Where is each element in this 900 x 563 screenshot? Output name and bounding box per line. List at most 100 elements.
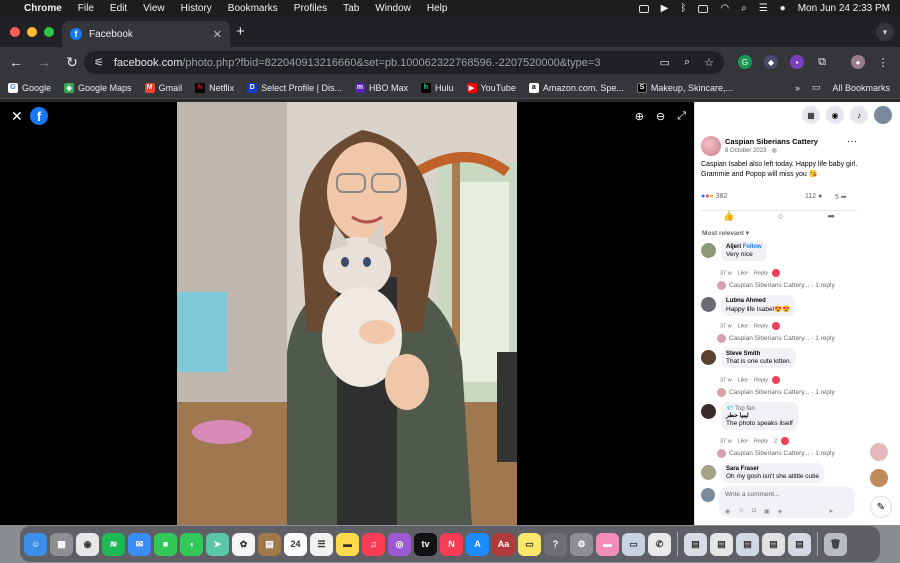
reply-summary[interactable]: Caspian Siberians Cattery... · 1 reply (717, 281, 835, 290)
doc-thumb-5[interactable]: ▤ (788, 532, 811, 556)
profile-avatar[interactable]: ● (851, 55, 865, 69)
menu-history[interactable]: History (181, 3, 212, 14)
extension-icon[interactable]: ◆ (764, 55, 778, 69)
write-comment-input[interactable]: Write a comment... ◉ ☺ ◘ ▣ ◈ ➤ (719, 486, 855, 518)
spotlight-icon[interactable]: ⌕ (741, 3, 747, 14)
comments-count-group[interactable]: 112 ● (805, 193, 822, 200)
mail-icon[interactable]: ✉ (128, 532, 151, 556)
notes-icon[interactable]: ▬ (336, 532, 359, 556)
comment-reply-button[interactable]: Reply (754, 323, 768, 329)
comment-author[interactable]: ليبيا حطر (726, 412, 793, 419)
site-info-icon[interactable]: ⚟ (94, 56, 104, 69)
comment-time[interactable]: 37 w (720, 377, 732, 383)
menu-view[interactable]: View (143, 3, 165, 14)
bookmark-google-maps[interactable]: ◆ Google Maps (64, 82, 132, 93)
minimize-window-button[interactable] (27, 27, 37, 37)
comment-author[interactable]: Lubna Ahmed (726, 298, 790, 304)
close-photo-icon[interactable]: ✕ (11, 108, 23, 125)
tab-facebook[interactable]: f Facebook ✕ (62, 21, 230, 47)
shares-count-group[interactable]: 5 ➦ (835, 193, 847, 201)
news-icon[interactable]: N (440, 532, 463, 556)
calendar-icon[interactable]: 24 (284, 532, 307, 556)
comment-button-icon[interactable]: ○ (778, 211, 783, 224)
commenter-avatar[interactable] (701, 404, 716, 419)
chat-head-avatar[interactable] (868, 467, 890, 489)
comment-like-button[interactable]: Like (738, 438, 748, 444)
menu-help[interactable]: Help (427, 3, 448, 14)
reply-summary[interactable]: Caspian Siberians Cattery... · 1 reply (717, 388, 835, 397)
preview-icon[interactable]: ▭ (622, 532, 645, 556)
settings-icon[interactable]: ⚙ (570, 532, 593, 556)
zoom-window-button[interactable] (44, 27, 54, 37)
messages-icon[interactable]: ◖ (180, 532, 203, 556)
notes-folder-icon[interactable]: ▤ (258, 532, 281, 556)
bookmark-hbomax[interactable]: m HBO Max (354, 82, 408, 93)
address-bar[interactable]: ⚟ facebook.com/photo.php?fbid=8220409132… (84, 51, 724, 74)
music-icon[interactable]: ♫ (362, 532, 385, 556)
doc-thumb-2[interactable]: ▤ (710, 532, 733, 556)
trash-icon[interactable]: 🗑 (824, 532, 847, 556)
menu-app-name[interactable]: Chrome (24, 3, 62, 14)
zoom-out-icon[interactable]: ⊖ (656, 110, 665, 123)
notifications-bell-icon[interactable]: ♪ (850, 106, 868, 124)
commenter-avatar[interactable] (701, 297, 716, 312)
spotify-icon[interactable]: ≋ (102, 532, 125, 556)
bookmark-sephora[interactable]: S Makeup, Skincare,... (636, 82, 733, 93)
comment-time[interactable]: 37 w (720, 323, 732, 329)
bookmark-gmail[interactable]: M Gmail (144, 82, 182, 93)
zoom-in-icon[interactable]: ⊕ (635, 110, 644, 123)
finder-icon[interactable]: ☺ (24, 532, 47, 556)
comment-reply-button[interactable]: Reply (754, 270, 768, 276)
help-icon[interactable]: ? (544, 532, 567, 556)
appstore-icon[interactable]: A (466, 532, 489, 556)
appletv-icon[interactable]: tv (414, 532, 437, 556)
forward-button[interactable]: → (32, 54, 56, 70)
control-center-icon[interactable]: ☰ (759, 3, 768, 14)
battery-icon[interactable] (698, 4, 709, 13)
photos-icon[interactable]: ✿ (232, 532, 255, 556)
facetime-icon[interactable]: ■ (154, 532, 177, 556)
tab-search-button[interactable]: ▾ (876, 23, 894, 41)
commenter-avatar[interactable] (701, 243, 716, 258)
menu-datetime[interactable]: Mon Jun 24 2:33 PM (798, 3, 890, 14)
bookmark-netflix[interactable]: N Netflix (195, 82, 234, 93)
comment-like-button[interactable]: Like (738, 323, 748, 329)
reminders-icon[interactable]: ☰ (310, 532, 333, 556)
sticker-icon[interactable]: ◈ (778, 508, 783, 515)
bookmark-google[interactable]: G Google (8, 82, 51, 93)
screen-mirror-icon[interactable] (638, 4, 649, 13)
bluetooth-icon[interactable]: ᛒ (680, 3, 686, 14)
commenter-avatar[interactable] (701, 350, 716, 365)
bookmark-hulu[interactable]: h Hulu (420, 82, 454, 93)
comment-reply-button[interactable]: Reply (754, 438, 768, 444)
camera-icon[interactable]: ◘ (752, 508, 756, 515)
comment-author[interactable]: Sara Fraser (726, 466, 819, 472)
send-icon[interactable]: ➤ (828, 508, 833, 515)
maps-icon[interactable]: ➤ (206, 532, 229, 556)
grammarly-extension-icon[interactable]: G (738, 55, 752, 69)
comment-author[interactable]: Aljeri (726, 244, 741, 250)
facebook-logo-icon[interactable]: f (30, 107, 48, 125)
account-avatar[interactable] (874, 106, 892, 124)
menu-grid-icon[interactable]: ▦ (802, 106, 820, 124)
cleaner-icon[interactable]: ▬ (596, 532, 619, 556)
menu-file[interactable]: File (78, 3, 94, 14)
launchpad-icon[interactable]: ▦ (50, 532, 73, 556)
emoji-icon[interactable]: ☺ (738, 508, 744, 515)
fullscreen-icon[interactable]: ⤢ (677, 110, 686, 123)
play-icon[interactable]: ▶ (661, 3, 669, 14)
whatsapp-icon[interactable]: ✆ (648, 532, 671, 556)
close-tab-icon[interactable]: ✕ (213, 28, 222, 41)
menu-edit[interactable]: Edit (110, 3, 127, 14)
gif-icon[interactable]: ▣ (764, 508, 770, 515)
post-author[interactable]: Caspian Siberians Cattery (725, 137, 818, 146)
messenger-icon[interactable]: ◉ (826, 106, 844, 124)
more-bookmarks-chevron-icon[interactable]: » (795, 83, 800, 93)
siri-icon[interactable]: ● (780, 3, 786, 14)
zoom-icon[interactable]: ⌕ (684, 56, 690, 69)
back-button[interactable]: ← (4, 54, 28, 70)
comment-filter[interactable]: Most relevant ▾ (702, 229, 749, 237)
reply-summary[interactable]: Caspian Siberians Cattery... · 1 reply (717, 334, 835, 343)
new-message-icon[interactable]: ✎ (870, 496, 892, 518)
extensions-puzzle-icon[interactable]: ⧉ (815, 55, 829, 69)
